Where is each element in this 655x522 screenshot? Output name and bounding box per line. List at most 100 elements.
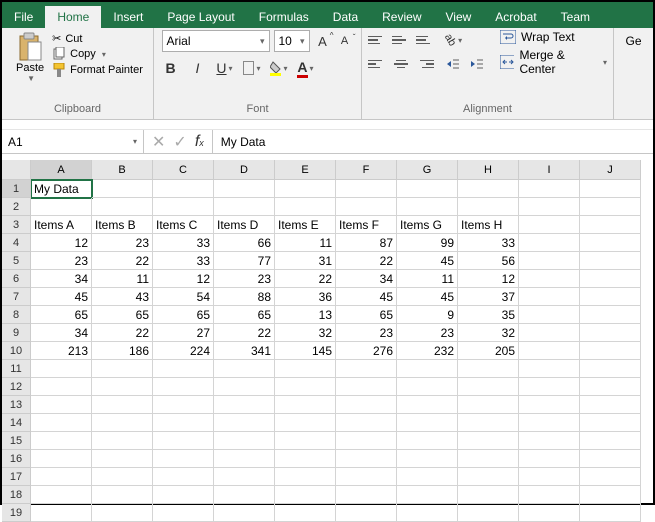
cell[interactable] — [580, 414, 641, 432]
cell[interactable] — [336, 432, 397, 450]
cell[interactable]: 34 — [336, 270, 397, 288]
cell[interactable] — [31, 396, 92, 414]
cell[interactable] — [519, 324, 580, 342]
cell[interactable] — [336, 180, 397, 198]
formula-bar[interactable]: My Data — [213, 130, 653, 153]
cell[interactable]: 232 — [397, 342, 458, 360]
cell[interactable]: 13 — [275, 306, 336, 324]
cell[interactable]: 22 — [275, 270, 336, 288]
row-header[interactable]: 15 — [2, 432, 31, 450]
cell[interactable] — [397, 198, 458, 216]
cell[interactable]: 36 — [275, 288, 336, 306]
column-header[interactable]: E — [275, 160, 336, 180]
cell[interactable] — [519, 414, 580, 432]
cell[interactable] — [580, 252, 641, 270]
cell[interactable]: Items D — [214, 216, 275, 234]
align-top-button[interactable] — [368, 32, 386, 48]
cell[interactable] — [580, 288, 641, 306]
tab-acrobat[interactable]: Acrobat — [483, 6, 548, 28]
decrease-indent-button[interactable] — [444, 54, 462, 74]
cell[interactable] — [519, 198, 580, 216]
cell[interactable] — [397, 450, 458, 468]
cell[interactable] — [214, 378, 275, 396]
cell[interactable] — [458, 504, 519, 522]
column-header[interactable]: H — [458, 160, 519, 180]
cell[interactable] — [214, 414, 275, 432]
align-left-button[interactable] — [368, 56, 386, 72]
cell[interactable] — [153, 396, 214, 414]
cell[interactable] — [458, 486, 519, 504]
cell[interactable] — [275, 414, 336, 432]
cell[interactable] — [397, 396, 458, 414]
cell[interactable] — [275, 468, 336, 486]
cell[interactable] — [580, 306, 641, 324]
font-family-select[interactable]: Arial▾ — [162, 30, 270, 52]
cell[interactable]: 224 — [153, 342, 214, 360]
cell[interactable]: 35 — [458, 306, 519, 324]
cell[interactable]: 23 — [336, 324, 397, 342]
cell[interactable]: Items C — [153, 216, 214, 234]
tab-insert[interactable]: Insert — [101, 6, 155, 28]
cell[interactable] — [580, 324, 641, 342]
cell[interactable]: 22 — [336, 252, 397, 270]
bold-button[interactable]: B — [162, 58, 180, 78]
row-header[interactable]: 8 — [2, 306, 31, 324]
cell[interactable] — [214, 180, 275, 198]
cell[interactable]: 32 — [458, 324, 519, 342]
fill-color-button[interactable]: ▾ — [270, 58, 288, 78]
cell[interactable]: 99 — [397, 234, 458, 252]
cell[interactable]: Items G — [397, 216, 458, 234]
row-header[interactable]: 11 — [2, 360, 31, 378]
cell[interactable] — [31, 360, 92, 378]
cell[interactable] — [580, 216, 641, 234]
cell[interactable] — [397, 504, 458, 522]
cell[interactable] — [519, 504, 580, 522]
cell[interactable]: 145 — [275, 342, 336, 360]
cell[interactable]: 37 — [458, 288, 519, 306]
cell[interactable] — [397, 414, 458, 432]
font-color-button[interactable]: A▾ — [297, 58, 315, 78]
cell[interactable] — [214, 360, 275, 378]
cell[interactable]: 27 — [153, 324, 214, 342]
cell[interactable]: Items B — [92, 216, 153, 234]
cell[interactable] — [519, 486, 580, 504]
cell[interactable] — [458, 432, 519, 450]
cell[interactable]: 12 — [153, 270, 214, 288]
cell[interactable] — [153, 378, 214, 396]
cell[interactable] — [275, 198, 336, 216]
column-header[interactable]: B — [92, 160, 153, 180]
cell[interactable]: 33 — [458, 234, 519, 252]
cell[interactable] — [275, 432, 336, 450]
cell[interactable] — [336, 414, 397, 432]
cell[interactable] — [153, 504, 214, 522]
cell[interactable] — [153, 360, 214, 378]
cell[interactable] — [519, 234, 580, 252]
italic-button[interactable]: I — [189, 58, 207, 78]
cell[interactable] — [519, 288, 580, 306]
cell[interactable] — [92, 504, 153, 522]
cell[interactable] — [397, 432, 458, 450]
cell[interactable] — [92, 414, 153, 432]
row-header[interactable]: 7 — [2, 288, 31, 306]
column-header[interactable]: F — [336, 160, 397, 180]
cell[interactable] — [31, 468, 92, 486]
cell[interactable] — [519, 216, 580, 234]
cell[interactable] — [336, 468, 397, 486]
cell[interactable] — [214, 198, 275, 216]
align-right-button[interactable] — [416, 56, 434, 72]
cell[interactable] — [153, 486, 214, 504]
increase-indent-button[interactable] — [468, 54, 486, 74]
cell[interactable] — [31, 378, 92, 396]
cell[interactable] — [580, 432, 641, 450]
cell[interactable]: 87 — [336, 234, 397, 252]
row-header[interactable]: 3 — [2, 216, 31, 234]
cell[interactable]: 66 — [214, 234, 275, 252]
cell[interactable] — [214, 486, 275, 504]
cell[interactable] — [92, 198, 153, 216]
cell[interactable]: 22 — [92, 252, 153, 270]
cell[interactable]: 23 — [214, 270, 275, 288]
tab-formulas[interactable]: Formulas — [247, 6, 321, 28]
cell[interactable] — [275, 396, 336, 414]
name-box[interactable]: A1▾ — [2, 130, 144, 153]
cancel-formula-button[interactable]: ✕ — [152, 132, 165, 152]
